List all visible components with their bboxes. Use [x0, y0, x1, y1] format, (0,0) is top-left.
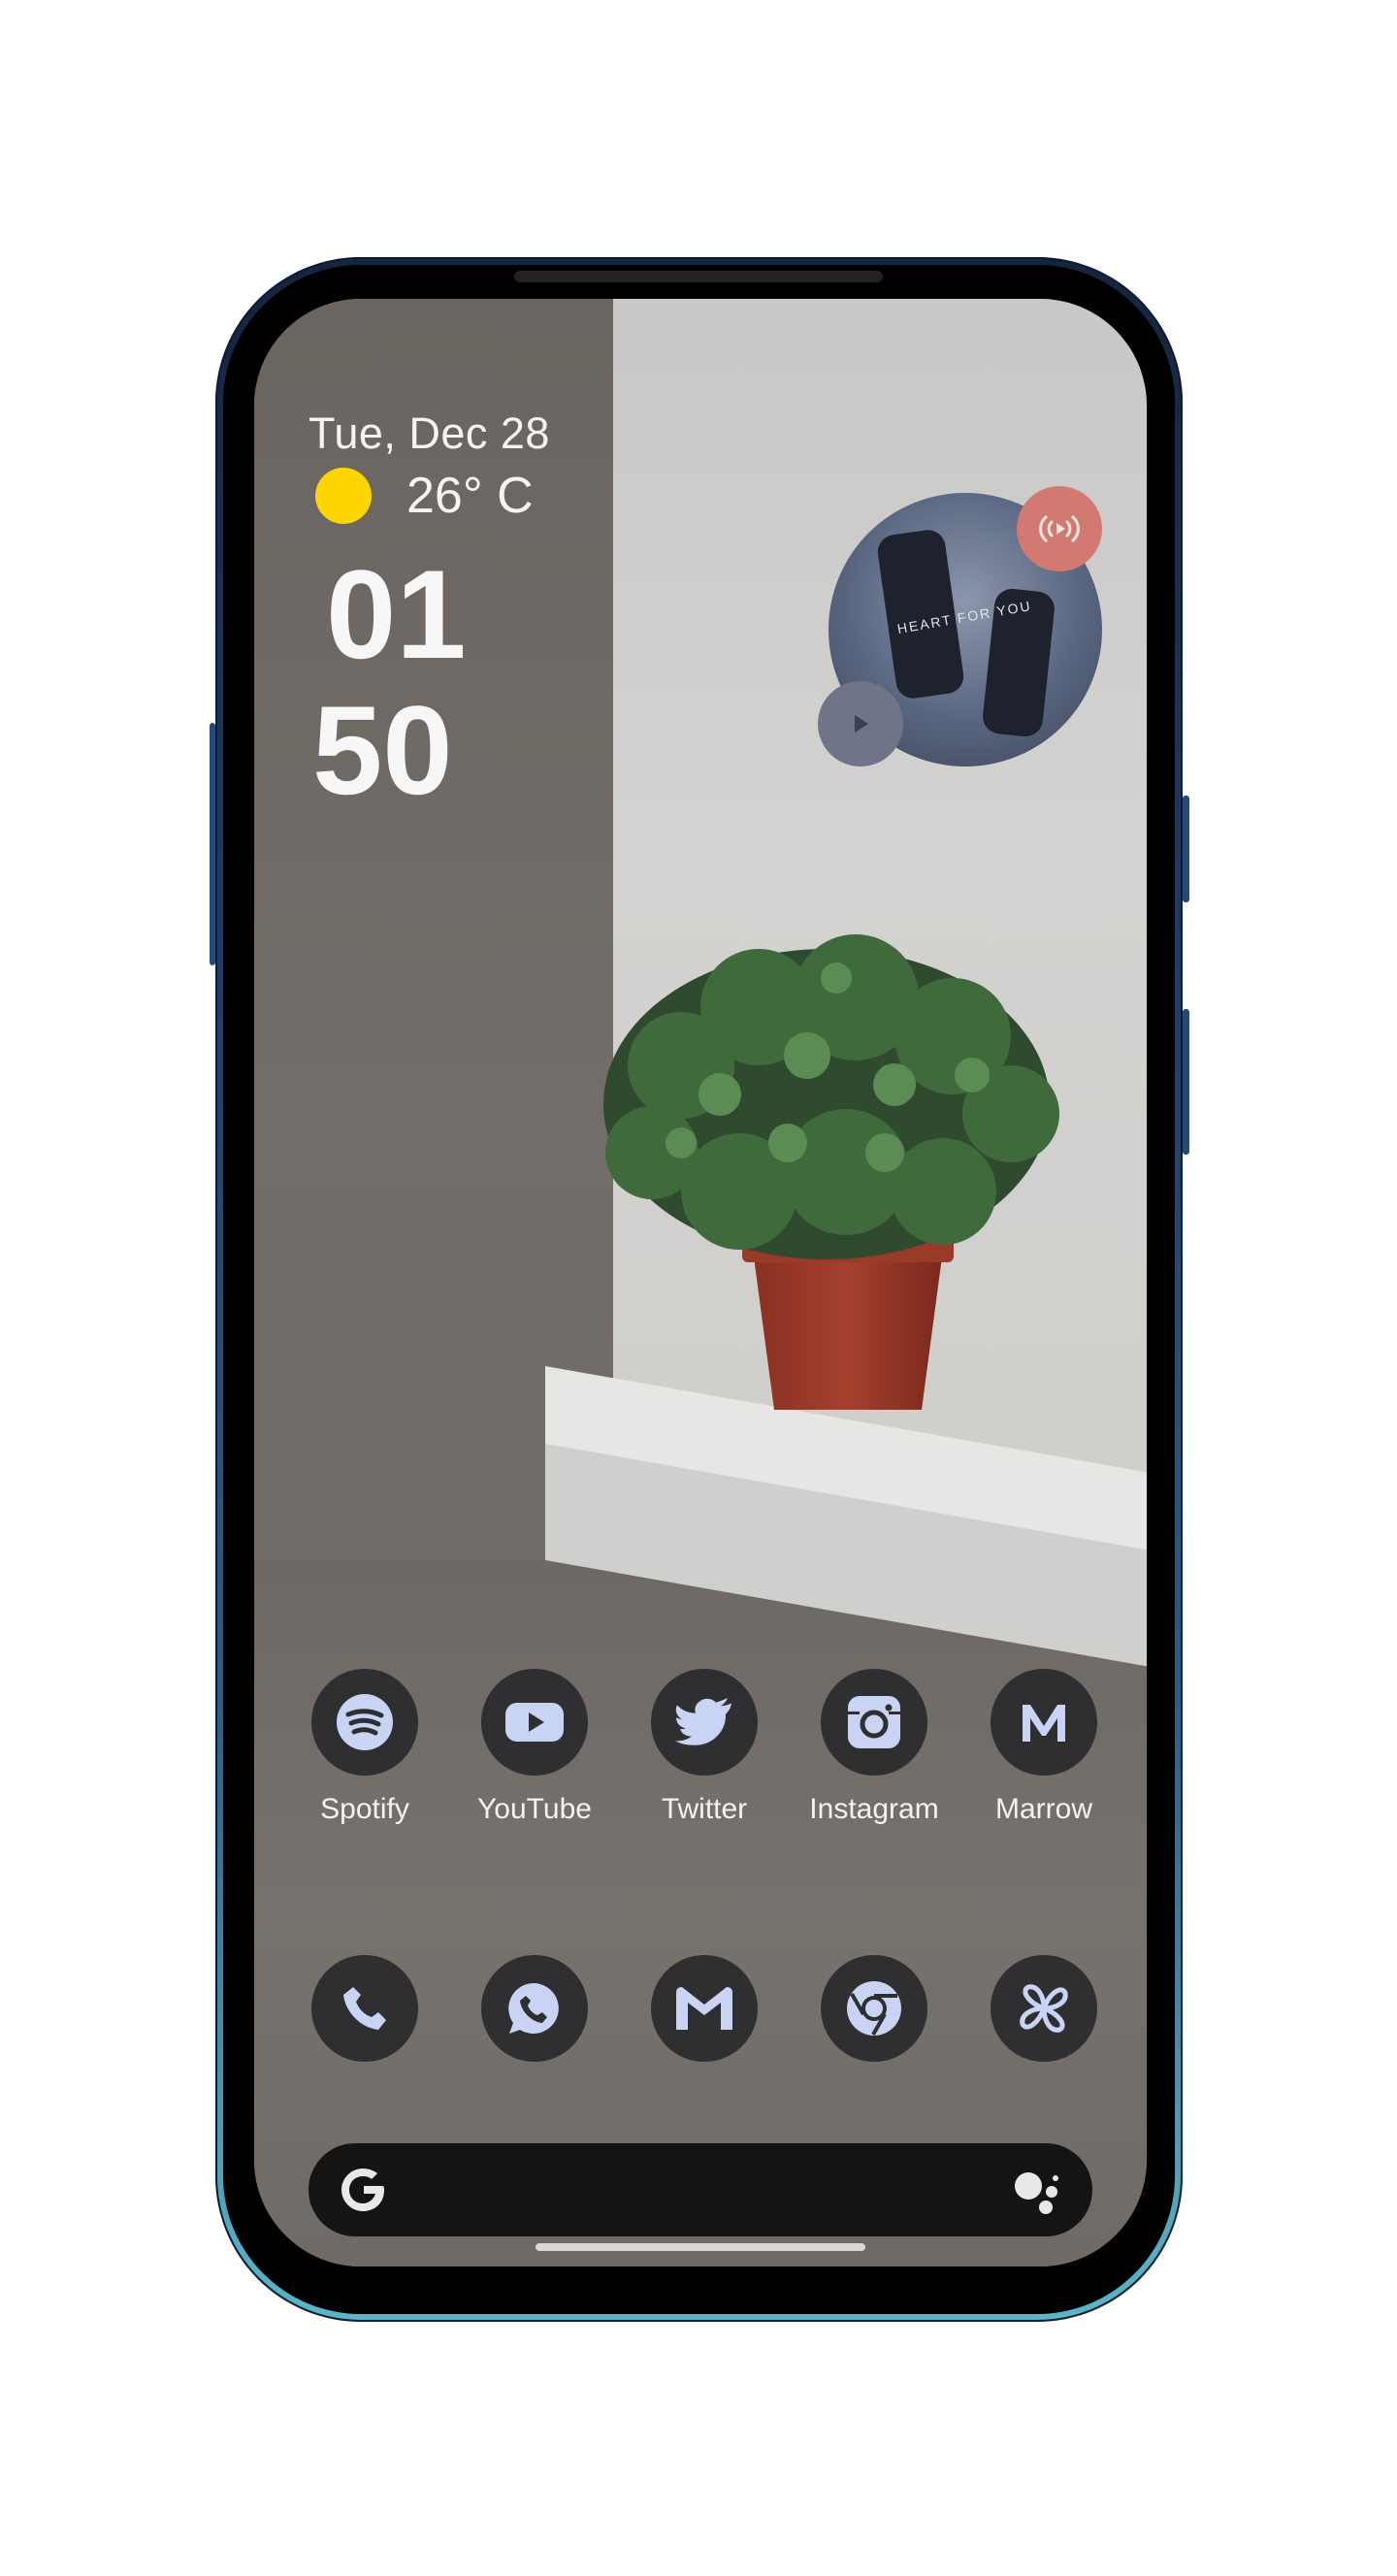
- power-button: [1183, 796, 1189, 902]
- chrome-icon: [821, 1955, 927, 2062]
- google-g-icon: [341, 2168, 384, 2211]
- cast-icon: [1039, 515, 1080, 542]
- youtube-icon: [481, 1669, 588, 1776]
- temperature-label: 26° C: [406, 468, 534, 524]
- pinwheel-icon: [991, 1955, 1097, 2062]
- dock-whatsapp[interactable]: [457, 1955, 612, 2062]
- app-label-twitter: Twitter: [661, 1793, 748, 1825]
- earpiece-speaker: [514, 271, 883, 282]
- device-mockup: Tue, Dec 28 26° C 01 50 HEART FOR YOU Sp…: [0, 0, 1397, 2576]
- clock-minutes: 50: [312, 679, 453, 821]
- clock-widget[interactable]: 01 50: [312, 551, 467, 813]
- sun-icon: [315, 468, 372, 524]
- instagram-icon: [821, 1669, 927, 1776]
- dock-chrome[interactable]: [796, 1955, 952, 2062]
- google-assistant-icon[interactable]: [1009, 2165, 1063, 2219]
- google-search-bar[interactable]: [309, 2143, 1092, 2236]
- app-label-marrow: Marrow: [994, 1793, 1092, 1825]
- home-screen: Tue, Dec 28 26° C 01 50 HEART FOR YOU Sp…: [254, 299, 1147, 2266]
- twitter-icon: [651, 1669, 758, 1776]
- dock-phone[interactable]: [287, 1955, 442, 2062]
- whatsapp-icon: [481, 1955, 588, 2062]
- volume-button: [210, 723, 215, 965]
- app-label-instagram: Instagram: [809, 1793, 939, 1825]
- cast-button[interactable]: [1017, 486, 1102, 571]
- clock-hours: 01: [326, 543, 467, 685]
- wallpaper-plant-foliage: [603, 934, 1059, 1259]
- play-button[interactable]: [818, 681, 903, 766]
- spotify-icon: [311, 1669, 418, 1776]
- gmail-icon: [651, 1955, 758, 2062]
- app-youtube[interactable]: YouTube: [457, 1669, 612, 1826]
- marrow-icon: [991, 1669, 1097, 1776]
- dock-pinwheel[interactable]: [966, 1955, 1121, 2062]
- weather-widget[interactable]: 26° C: [315, 467, 534, 525]
- app-spotify[interactable]: Spotify: [287, 1669, 442, 1826]
- phone-icon: [311, 1955, 418, 2062]
- dock-gmail[interactable]: [627, 1955, 782, 2062]
- gesture-nav-bar[interactable]: [536, 2243, 865, 2251]
- app-marrow[interactable]: Marrow: [966, 1669, 1121, 1826]
- app-twitter[interactable]: Twitter: [627, 1669, 782, 1826]
- slider-button: [1183, 1009, 1189, 1155]
- app-label-youtube: YouTube: [477, 1793, 592, 1825]
- app-instagram[interactable]: Instagram: [796, 1669, 952, 1826]
- app-label-spotify: Spotify: [320, 1793, 409, 1825]
- date-label[interactable]: Tue, Dec 28: [309, 408, 550, 459]
- play-icon: [855, 715, 868, 733]
